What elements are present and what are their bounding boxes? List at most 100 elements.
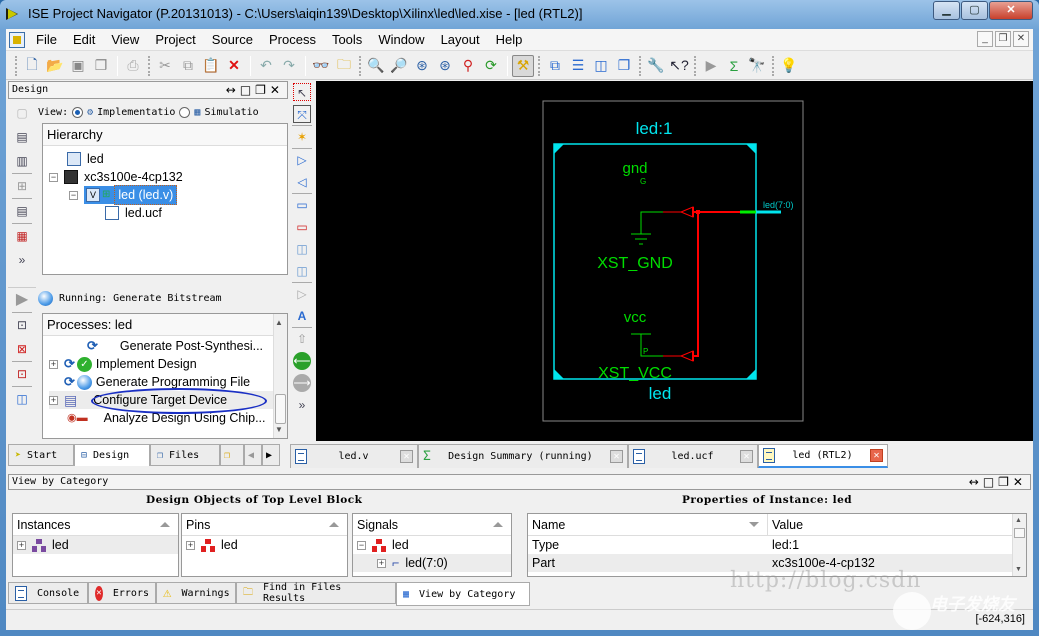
processes-scrollbar[interactable]: ▲ ▼ [273,314,287,438]
remove-instance-icon[interactable]: ▭ [293,218,311,236]
copy-icon[interactable]: ⧉ [177,55,199,77]
doc-tab-led-ucf[interactable]: led.ucf ✕ [628,444,758,468]
refresh-icon[interactable]: ⟳ [480,55,502,77]
menu-source[interactable]: Source [204,32,261,47]
tab-errors[interactable]: ✕ Errors [88,582,156,604]
process-generate-post-synthesis[interactable]: ⟳ Generate Post-Synthesi... [87,337,263,355]
add-source-icon[interactable]: ▤ [13,128,31,146]
property-row[interactable]: Type led:1 [528,536,1026,554]
rtl-view-icon[interactable]: ⚒ [512,54,534,77]
menu-tools[interactable]: Tools [324,32,370,47]
push-into-icon[interactable]: ◫ [293,240,311,258]
delete-icon[interactable]: ✕ [223,55,245,77]
collapse-icon[interactable]: − [49,172,58,182]
rerun-all-icon[interactable]: ⊡ [13,365,31,383]
zoom-selected-icon[interactable]: ⚲ [457,55,479,77]
arrange-windows-icon[interactable]: ❐ [613,55,635,77]
lightbulb-icon[interactable]: 💡 [778,55,800,77]
settings-wrench-icon[interactable]: 🔧 [645,55,667,77]
expand-view-icon[interactable]: ⤧ [293,105,311,123]
zoom-out-icon[interactable]: 🔎 [388,55,410,77]
paste-icon[interactable]: 📋 [200,55,222,77]
menu-window[interactable]: Window [370,32,432,47]
up-hierarchy-icon[interactable]: ⇧ [293,330,311,348]
more-chevron-icon[interactable]: » [13,251,31,269]
find-icon[interactable]: 👓 [310,55,332,77]
properties-scrollbar[interactable]: ▲ ▼ [1012,514,1026,576]
help-cursor-icon[interactable]: ↖? [668,55,690,77]
minimize-button[interactable]: ▁ [933,1,960,20]
scroll-down-icon[interactable]: ▼ [1015,566,1022,573]
tab-start[interactable]: ➤ Start [8,444,74,466]
doc-tab-led-v[interactable]: led.v ✕ [290,444,418,468]
expand-icon[interactable]: + [17,540,26,550]
toolbar-grip[interactable] [538,55,541,76]
mdi-restore-button[interactable]: ❐ [995,31,1011,47]
new-file-icon[interactable]: 🗋 [21,55,43,77]
select-arrow-icon[interactable]: ↖ [293,83,311,101]
properties-icon[interactable]: ▦ [13,227,31,245]
rerun-icon[interactable]: ⊡ [13,316,31,334]
menu-project[interactable]: Project [147,32,203,47]
simulation-radio[interactable] [179,106,191,118]
redo-icon[interactable]: ↷ [278,55,300,77]
tab-scroll-right[interactable]: ▶ [262,444,280,466]
zoom-to-box-icon[interactable]: ⊛ [434,55,456,77]
telescope-icon[interactable]: 🔭 [746,55,768,77]
more-chevron-icon[interactable]: » [293,396,311,414]
simulation-label[interactable]: Simulatio [204,107,258,118]
close-tab-icon[interactable]: ✕ [610,450,623,463]
undo-icon[interactable]: ↶ [255,55,277,77]
list-item[interactable]: + led [13,536,178,554]
tree-item-device[interactable]: − xc3s100e-4cp132 [49,168,183,186]
open-file-icon[interactable]: 📂 [44,55,66,77]
instances-header[interactable]: Instances [17,518,71,532]
sigma-icon[interactable]: Σ [723,55,745,77]
list-item[interactable]: + led [182,536,347,554]
doc-tab-design-summary[interactable]: Σ Design Summary (running) ✕ [418,444,628,468]
toolbar-grip[interactable] [694,55,697,76]
pins-header[interactable]: Pins [186,518,210,532]
next-view-icon[interactable]: ⟶ [293,374,311,392]
run-process-icon[interactable]: ▶ [13,291,31,309]
menu-edit[interactable]: Edit [65,32,103,47]
save-icon[interactable]: ▣ [67,55,89,77]
schematic-canvas[interactable]: led:1 led gnd G XST_GND vcc P XST_VCC le… [316,81,1033,441]
previous-view-icon[interactable]: ⟵ [293,352,311,370]
toolbar-grip[interactable] [15,55,18,76]
cascade-windows-icon[interactable]: ⧉ [544,55,566,77]
cut-icon[interactable]: ✂ [154,55,176,77]
mdi-minimize-button[interactable]: _ [977,31,993,47]
tab-warnings[interactable]: ⚠ Warnings [156,582,236,604]
menu-view[interactable]: View [103,32,147,47]
scroll-thumb[interactable] [275,394,286,424]
hierarchy-icon[interactable]: ⊞ [13,177,31,195]
add-copy-source-icon[interactable]: ▥ [13,152,31,170]
sort-desc-icon[interactable] [749,522,759,527]
menu-layout[interactable]: Layout [433,32,488,47]
close-tab-icon[interactable]: ✕ [740,450,753,463]
remove-source-icon[interactable]: ▤ [13,202,31,220]
mdi-close-button[interactable]: ✕ [1013,31,1029,47]
forward-arrow-icon[interactable]: ▷ [293,151,311,169]
signals-header[interactable]: Signals [357,518,398,532]
expand-icon[interactable]: + [49,359,58,369]
scroll-up-icon[interactable]: ▲ [1015,517,1022,524]
symbol-icon[interactable]: ▷ [293,285,311,303]
doc-tab-rtl[interactable]: led (RTL2) ✕ [758,444,888,468]
tab-console[interactable]: Console [8,582,88,604]
tile-horizontal-icon[interactable]: ☰ [567,55,589,77]
view-layout-icon[interactable]: ◫ [13,390,31,408]
highlight-stars-icon[interactable]: ✶ [293,128,311,146]
sort-asc-icon[interactable] [493,522,503,527]
sort-asc-icon[interactable] [329,522,339,527]
implementation-label[interactable]: Implementatio [97,107,175,118]
toolbar-grip[interactable] [359,55,362,76]
list-item[interactable]: + ⌐ led(7:0) [353,554,511,572]
collapse-icon[interactable]: − [69,190,78,200]
close-tab-icon[interactable]: ✕ [400,450,413,463]
maximize-button[interactable]: ▢ [961,1,988,20]
close-tab-icon[interactable]: ✕ [870,449,883,462]
tab-libraries[interactable]: ❐ [220,444,244,466]
expand-icon[interactable]: + [49,395,58,405]
